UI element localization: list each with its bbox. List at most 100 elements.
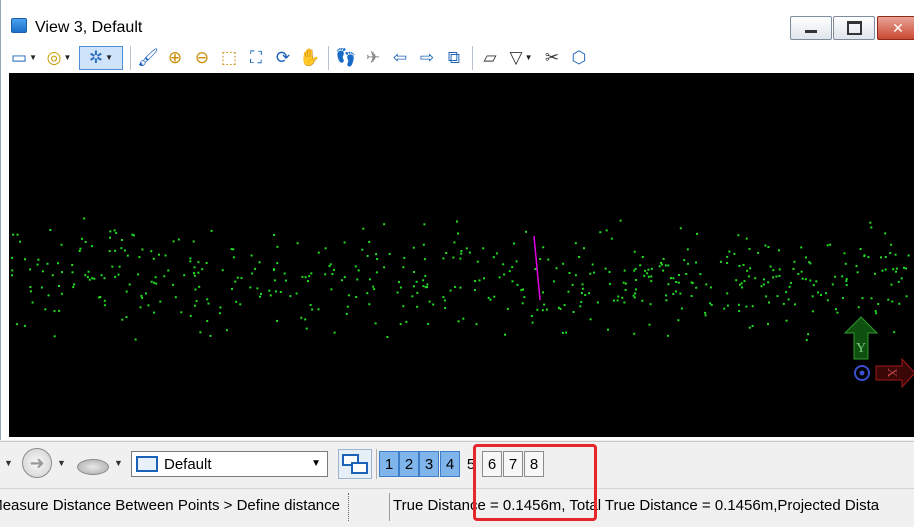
point-cloud-point bbox=[15, 323, 18, 326]
minimize-button[interactable] bbox=[790, 16, 832, 40]
point-cloud-point bbox=[588, 292, 591, 295]
point-cloud-point bbox=[623, 269, 626, 272]
status-grip[interactable] bbox=[348, 493, 351, 521]
previous-nav-dropdown[interactable]: ▼ bbox=[0, 448, 13, 478]
zoom-out-button[interactable]: ⊖ bbox=[191, 46, 213, 70]
view-display-mode-button[interactable]: ◎ ▼ bbox=[44, 46, 74, 70]
point-cloud-point bbox=[197, 271, 200, 274]
view-previous-button[interactable]: ⇦ bbox=[389, 46, 411, 70]
point-cloud-point bbox=[800, 270, 803, 273]
point-cloud-point bbox=[843, 252, 846, 255]
point-cloud-point bbox=[346, 305, 349, 308]
zoom-in-button[interactable]: ⊕ bbox=[164, 46, 186, 70]
point-cloud-point bbox=[567, 290, 570, 293]
chevron-down-icon[interactable]: ▼ bbox=[114, 458, 123, 468]
next-nav-button[interactable]: ➜ ▼ bbox=[22, 448, 66, 478]
point-cloud-point bbox=[117, 273, 120, 276]
view-toggle-2[interactable]: 2 bbox=[399, 451, 419, 477]
point-cloud-point bbox=[368, 278, 371, 281]
point-cloud-point bbox=[502, 263, 505, 266]
point-cloud-point bbox=[239, 303, 242, 306]
drawing-viewport[interactable]: Y X bbox=[9, 73, 914, 437]
chevron-down-icon[interactable]: ▼ bbox=[311, 458, 321, 469]
point-cloud-point bbox=[704, 314, 707, 317]
view-attributes-button[interactable]: ▭ ▼ bbox=[9, 46, 39, 70]
point-cloud-point bbox=[805, 339, 808, 342]
point-cloud-point bbox=[442, 257, 445, 260]
maximize-button[interactable] bbox=[833, 16, 875, 40]
title-bar[interactable]: View 3, Default ✕ bbox=[1, 0, 914, 40]
walk-button[interactable]: 👣 bbox=[335, 46, 357, 70]
point-cloud-point bbox=[785, 291, 788, 294]
point-cloud-point bbox=[386, 336, 389, 338]
window-area-button[interactable]: ⬚ bbox=[218, 46, 240, 70]
point-cloud-point bbox=[98, 296, 101, 299]
point-cloud-point bbox=[256, 287, 259, 290]
point-cloud-point bbox=[789, 281, 792, 284]
point-cloud-point bbox=[333, 268, 335, 271]
view-next-button[interactable]: ⇨ bbox=[416, 46, 438, 70]
point-cloud-point bbox=[804, 278, 807, 281]
chevron-down-icon[interactable]: ▼ bbox=[57, 458, 66, 468]
point-cloud-point bbox=[568, 272, 571, 274]
point-cloud-point bbox=[296, 242, 299, 245]
rotate-view-button[interactable]: ⟳ bbox=[272, 46, 294, 70]
chevron-down-icon[interactable]: ▼ bbox=[105, 53, 113, 62]
point-cloud-point bbox=[811, 310, 814, 313]
point-cloud-point bbox=[415, 280, 418, 283]
point-cloud-point bbox=[903, 266, 905, 269]
point-cloud-point bbox=[442, 296, 445, 299]
clip-mask-button[interactable]: ✂ bbox=[541, 46, 563, 70]
point-cloud-point bbox=[402, 266, 405, 269]
point-cloud-point bbox=[619, 219, 622, 222]
point-cloud-point bbox=[610, 237, 613, 240]
point-cloud-point bbox=[829, 243, 832, 246]
close-button[interactable]: ✕ bbox=[877, 16, 914, 40]
point-cloud-point bbox=[19, 240, 22, 243]
point-cloud-point bbox=[121, 239, 123, 241]
point-cloud-point bbox=[751, 305, 754, 308]
view-toggle-3[interactable]: 3 bbox=[419, 451, 439, 477]
view-lighting-button[interactable]: ✲ ▼ bbox=[79, 45, 123, 70]
fit-view-button[interactable]: ⛶ bbox=[245, 46, 267, 70]
point-cloud-point bbox=[739, 283, 741, 286]
point-cloud-point bbox=[49, 229, 52, 231]
chevron-down-icon[interactable]: ▼ bbox=[29, 53, 37, 62]
view-toggle-4[interactable]: 4 bbox=[440, 451, 460, 477]
point-cloud-point bbox=[591, 263, 594, 266]
section-view-button[interactable]: ⬡ bbox=[568, 46, 590, 70]
point-cloud-point bbox=[172, 283, 175, 286]
point-cloud-point bbox=[633, 269, 636, 272]
copy-view-button[interactable]: ⧉ bbox=[443, 46, 465, 70]
point-cloud-point bbox=[581, 283, 584, 286]
point-cloud-point bbox=[193, 274, 196, 277]
update-view-button[interactable]: 🖌 bbox=[137, 46, 159, 70]
point-cloud-point bbox=[121, 318, 124, 321]
chevron-down-icon[interactable]: ▼ bbox=[525, 53, 533, 62]
point-cloud-point bbox=[29, 286, 32, 288]
view-toggle-1[interactable]: 1 bbox=[379, 451, 399, 477]
point-cloud-point bbox=[670, 277, 672, 280]
view-group-tools-button[interactable]: ▼ bbox=[77, 448, 123, 478]
fly-button[interactable]: ✈ bbox=[362, 46, 384, 70]
chevron-down-icon[interactable]: ▼ bbox=[63, 53, 71, 62]
point-cloud-point bbox=[793, 260, 796, 263]
point-cloud-point bbox=[608, 271, 611, 273]
point-cloud-point bbox=[457, 320, 460, 323]
chevron-down-icon[interactable]: ▼ bbox=[4, 458, 13, 468]
point-cloud-point bbox=[276, 245, 279, 248]
clip-volume-button[interactable]: ▽ ▼ bbox=[506, 46, 536, 70]
point-cloud-point bbox=[805, 256, 807, 259]
point-cloud-point bbox=[677, 281, 680, 284]
point-cloud-point bbox=[624, 282, 627, 285]
point-cloud-point bbox=[103, 277, 106, 280]
view-group-select[interactable]: Default ▼ bbox=[131, 451, 328, 477]
point-cloud-point bbox=[648, 323, 651, 326]
view-groups-button[interactable] bbox=[338, 449, 372, 479]
point-cloud-point bbox=[139, 306, 142, 309]
point-cloud-point bbox=[174, 296, 177, 299]
change-view-perspective-button[interactable]: ▱ bbox=[479, 46, 501, 70]
point-cloud-point bbox=[667, 264, 670, 267]
pan-view-button[interactable]: ✋ bbox=[299, 46, 321, 70]
copy-view-icon: ⧉ bbox=[447, 47, 461, 67]
